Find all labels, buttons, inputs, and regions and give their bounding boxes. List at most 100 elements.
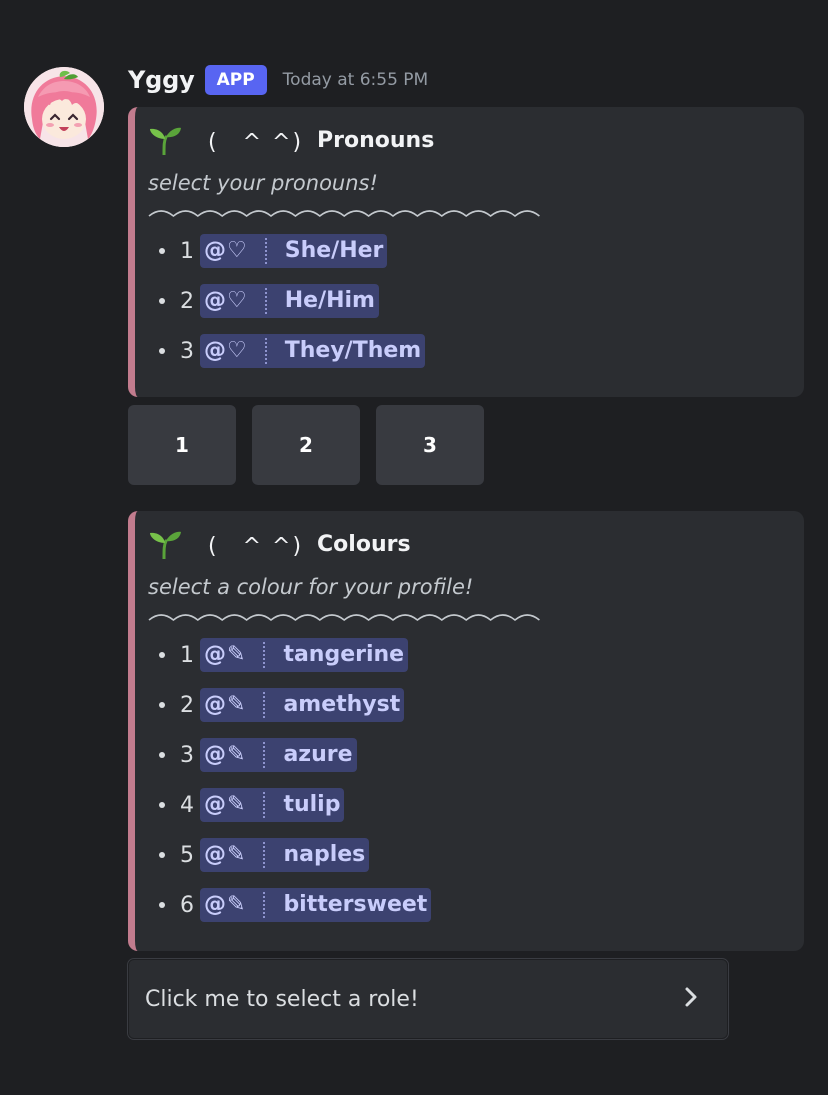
bullet — [159, 298, 165, 304]
bullet — [159, 702, 165, 708]
role-mention[interactable]: @ ✎ bittersweet — [200, 888, 432, 922]
mention-at: @ — [204, 742, 226, 767]
pronoun-role-list: 1 @ ♡ She/Her 2 @ ♡ He/Him 3 @ ♡ They/Them — [148, 226, 788, 376]
scallop-divider — [148, 610, 540, 630]
dotted-separator — [263, 892, 266, 918]
role-name: They/Them — [284, 338, 422, 363]
mention-at: @ — [204, 792, 226, 817]
role-icon: ♡ — [227, 238, 247, 263]
embed-subtitle: select your pronouns! — [148, 171, 378, 195]
scallop-divider-svg — [148, 210, 540, 218]
message: Yggy APP Today at 6:55 PM ( ^ ^) Pronoun… — [0, 0, 828, 1095]
role-mention[interactable]: @ ✎ azure — [200, 738, 357, 772]
role-mention[interactable]: @ ♡ She/Her — [200, 234, 388, 268]
role-mention[interactable]: @ ✎ naples — [200, 838, 370, 872]
item-number: 5 — [180, 842, 194, 868]
role-name: amethyst — [283, 692, 401, 717]
dotted-separator — [263, 792, 266, 818]
mention-at: @ — [204, 288, 226, 313]
role-list-item: 3 @ ♡ They/Them — [148, 326, 788, 376]
timestamp[interactable]: Today at 6:55 PM — [283, 70, 429, 90]
item-number: 6 — [180, 892, 194, 918]
message-header: Yggy APP Today at 6:55 PM — [128, 62, 428, 98]
role-icon: ✎ — [227, 692, 246, 717]
role-mention[interactable]: @ ♡ He/Him — [200, 284, 379, 318]
dotted-separator — [264, 288, 267, 314]
dotted-separator — [263, 842, 266, 868]
bullet — [159, 348, 165, 354]
role-mention[interactable]: @ ✎ amethyst — [200, 688, 405, 722]
bullet — [159, 652, 165, 658]
mention-at: @ — [204, 842, 226, 867]
role-list-item: 2 @ ✎ amethyst — [148, 680, 788, 730]
sprout-icon — [148, 125, 182, 157]
pronouns-embed: ( ^ ^) Pronouns select your pronouns! 1 @… — [128, 107, 804, 397]
avatar-image — [24, 67, 104, 147]
role-icon: ♡ — [227, 288, 247, 313]
role-icon: ✎ — [227, 642, 246, 667]
sprout-icon — [148, 529, 182, 561]
role-name: bittersweet — [283, 892, 428, 917]
role-list-item: 6 @ ✎ bittersweet — [148, 880, 788, 930]
pronoun-button-2[interactable]: 2 — [252, 405, 360, 485]
role-icon: ♡ — [227, 338, 247, 363]
mention-at: @ — [204, 238, 226, 263]
role-list-item: 4 @ ✎ tulip — [148, 780, 788, 830]
mention-at: @ — [204, 338, 226, 363]
role-mention[interactable]: @ ✎ tangerine — [200, 638, 409, 672]
role-name: azure — [283, 742, 353, 767]
dotted-separator — [264, 338, 267, 364]
bullet — [159, 852, 165, 858]
avatar[interactable] — [24, 67, 104, 147]
chevron-right-icon — [681, 983, 701, 1015]
role-name: naples — [283, 842, 366, 867]
embed-title: ( ^ ^) Colours — [148, 525, 788, 563]
username[interactable]: Yggy — [128, 66, 195, 94]
colour-role-list: 1 @ ✎ tangerine 2 @ ✎ amethyst 3 @ ✎ azure 4 @ ✎ tulip 5… — [148, 630, 788, 930]
item-number: 2 — [180, 288, 194, 314]
colours-embed: ( ^ ^) Colours select a colour for your … — [128, 511, 804, 951]
bullet — [159, 802, 165, 808]
bullet — [159, 902, 165, 908]
role-list-item: 3 @ ✎ azure — [148, 730, 788, 780]
dotted-separator — [263, 742, 266, 768]
bullet — [159, 248, 165, 254]
role-name: She/Her — [284, 238, 384, 263]
pronoun-button-3[interactable]: 3 — [376, 405, 484, 485]
mention-at: @ — [204, 892, 226, 917]
role-mention[interactable]: @ ✎ tulip — [200, 788, 345, 822]
kaomoji: ( ^ ^) — [208, 130, 304, 155]
item-number: 3 — [180, 742, 194, 768]
role-list-item: 1 @ ♡ She/Her — [148, 226, 788, 276]
role-name: tulip — [283, 792, 341, 817]
role-list-item: 5 @ ✎ naples — [148, 830, 788, 880]
mention-at: @ — [204, 692, 226, 717]
role-name: He/Him — [284, 288, 375, 313]
pronoun-button-1[interactable]: 1 — [128, 405, 236, 485]
item-number: 2 — [180, 692, 194, 718]
kaomoji: ( ^ ^) — [208, 534, 304, 559]
role-icon: ✎ — [227, 842, 246, 867]
role-select-menu[interactable]: Click me to select a role! — [127, 958, 729, 1040]
embed-title-text: Pronouns — [317, 127, 435, 153]
bullet — [159, 752, 165, 758]
item-number: 4 — [180, 792, 194, 818]
role-icon: ✎ — [227, 892, 246, 917]
dotted-separator — [263, 642, 266, 668]
app-badge: APP — [204, 65, 267, 95]
embed-subtitle: select a colour for your profile! — [148, 575, 474, 599]
role-name: tangerine — [283, 642, 405, 667]
item-number: 3 — [180, 338, 194, 364]
role-icon: ✎ — [227, 742, 246, 767]
embed-title-text: Colours — [317, 531, 411, 557]
select-placeholder: Click me to select a role! — [145, 986, 419, 1012]
role-mention[interactable]: @ ♡ They/Them — [200, 334, 426, 368]
embed-title: ( ^ ^) Pronouns — [148, 121, 788, 159]
item-number: 1 — [180, 642, 194, 668]
dotted-separator — [264, 238, 267, 264]
role-icon: ✎ — [227, 792, 246, 817]
pronoun-buttons-row: 123 — [128, 405, 484, 485]
dotted-separator — [263, 692, 266, 718]
scallop-divider-svg — [148, 614, 540, 622]
role-list-item: 1 @ ✎ tangerine — [148, 630, 788, 680]
